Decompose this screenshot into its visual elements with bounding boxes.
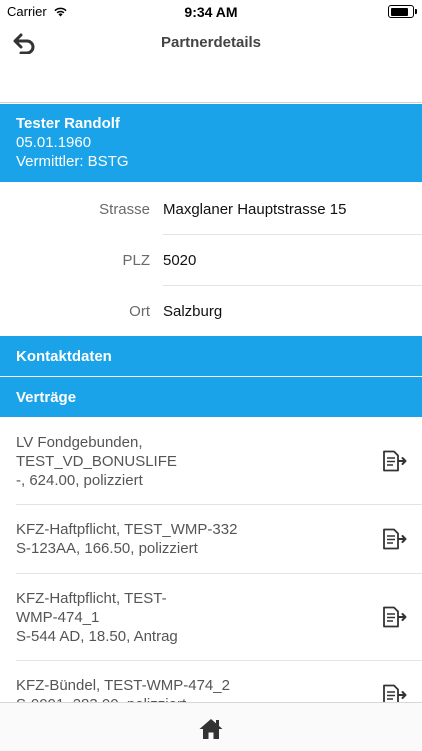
- battery-icon: [388, 5, 417, 18]
- navigation-bar: Partnerdetails: [0, 22, 422, 103]
- page-title: Partnerdetails: [160, 34, 262, 51]
- section-contracts-label: Verträge: [16, 388, 77, 406]
- battery-level: [390, 7, 408, 16]
- zip-label: PLZ: [122, 251, 150, 269]
- city-label: Ort: [129, 302, 150, 320]
- address-row-street: Strasse Maxglaner Hauptstrasse 15: [0, 184, 422, 234]
- contract-item[interactable]: LV Fondgebunden, TEST_VD_BONUSLIFE -, 62…: [0, 418, 422, 504]
- contract-line: TEST_VD_BONUSLIFE: [16, 452, 177, 470]
- contract-line: -, 624.00, polizziert: [16, 471, 143, 489]
- section-contracts[interactable]: Verträge: [0, 377, 422, 417]
- tab-bar: [0, 702, 422, 751]
- zip-value: 5020: [163, 251, 197, 269]
- document-open-icon[interactable]: [382, 606, 408, 628]
- contract-line: WMP-474_1: [16, 608, 100, 626]
- street-value: Maxglaner Hauptstrasse 15: [163, 200, 347, 218]
- home-icon[interactable]: [198, 717, 224, 741]
- address-row-city: Ort Salzburg: [0, 286, 422, 336]
- contract-item[interactable]: KFZ-Haftpflicht, TEST_WMP-332 S-123AA, 1…: [0, 505, 422, 573]
- status-bar: Carrier 9:34 AM: [0, 0, 422, 22]
- document-open-icon[interactable]: [382, 528, 408, 550]
- contract-line: LV Fondgebunden,: [16, 433, 143, 451]
- status-time: 9:34 AM: [184, 4, 238, 20]
- contract-line: S-123AA, 166.50, polizziert: [16, 540, 198, 557]
- contract-line: KFZ-Haftpflicht, TEST_WMP-332: [16, 521, 238, 538]
- partner-name: Tester Randolf: [16, 115, 120, 132]
- contract-text: KFZ-Haftpflicht, TEST- WMP-474_1 S-544 A…: [16, 589, 178, 646]
- section-contact-label: Kontaktdaten: [16, 347, 112, 365]
- street-label: Strasse: [99, 200, 150, 218]
- contract-item[interactable]: KFZ-Haftpflicht, TEST- WMP-474_1 S-544 A…: [0, 574, 422, 660]
- contract-text: LV Fondgebunden, TEST_VD_BONUSLIFE -, 62…: [16, 433, 177, 490]
- divider: [16, 660, 422, 661]
- section-contact-details[interactable]: Kontaktdaten: [0, 336, 422, 376]
- partner-agent: Vermittler: BSTG: [16, 153, 129, 170]
- document-open-icon[interactable]: [382, 450, 408, 472]
- contract-line: KFZ-Bündel, TEST-WMP-474_2: [16, 677, 230, 694]
- contract-line: KFZ-Haftpflicht, TEST-: [16, 589, 167, 607]
- partner-header: Tester Randolf 05.01.1960 Vermittler: BS…: [0, 104, 422, 182]
- contract-line: S-544 AD, 18.50, Antrag: [16, 627, 178, 645]
- address-row-zip: PLZ 5020: [0, 235, 422, 285]
- city-value: Salzburg: [163, 302, 223, 320]
- contract-text: KFZ-Haftpflicht, TEST_WMP-332 S-123AA, 1…: [16, 520, 237, 558]
- partner-birthdate: 05.01.1960: [16, 134, 92, 151]
